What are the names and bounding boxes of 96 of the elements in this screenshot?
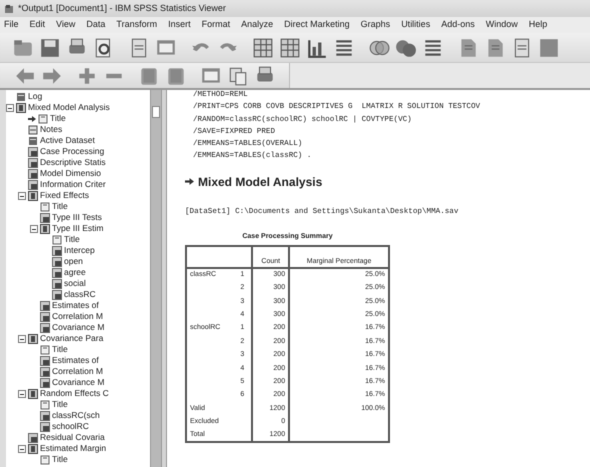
table-icon xyxy=(28,432,38,442)
page-icon xyxy=(40,202,50,212)
section-heading: Mixed Model Analysis xyxy=(198,174,322,191)
outline-item[interactable]: Title xyxy=(52,399,68,410)
outline-item[interactable]: Notes xyxy=(40,124,62,135)
table-icon xyxy=(40,378,50,388)
outline-item[interactable]: Residual Covaria xyxy=(40,432,105,443)
notes-icon xyxy=(28,124,38,134)
page-icon xyxy=(40,454,50,464)
outline-item[interactable]: Title xyxy=(52,344,68,355)
menu-item[interactable]: View xyxy=(56,18,76,32)
scrollbar-thumb[interactable] xyxy=(152,106,160,118)
collapse-toggle[interactable] xyxy=(30,224,38,232)
outline-item[interactable]: Log xyxy=(28,91,42,102)
outline-item[interactable]: Correlation M xyxy=(52,366,104,377)
menu-item[interactable]: Help xyxy=(528,18,548,32)
page-icon xyxy=(40,400,50,410)
outline-item[interactable]: Title xyxy=(64,234,80,245)
outline-item[interactable]: Title xyxy=(50,113,66,124)
table-icon xyxy=(40,212,50,222)
table-icon xyxy=(40,312,50,322)
outline-item[interactable]: Random Effects C xyxy=(40,388,109,399)
outline-item[interactable]: Case Processing xyxy=(40,146,104,157)
outline-item[interactable]: Covariance Para xyxy=(40,333,104,344)
menu-item[interactable]: Graphs xyxy=(360,18,390,32)
table-icon xyxy=(52,246,62,256)
table-icon xyxy=(28,158,38,168)
table-icon xyxy=(52,278,62,288)
table-icon xyxy=(28,180,38,190)
save-icon[interactable] xyxy=(39,36,61,58)
outline-item[interactable]: Estimates of xyxy=(52,355,99,366)
outline-item[interactable]: Active Dataset xyxy=(40,135,95,146)
outline-item[interactable]: Intercep xyxy=(64,245,95,256)
menu-item[interactable]: Direct Marketing xyxy=(284,18,350,32)
table-icon xyxy=(52,268,62,278)
outline-item[interactable]: Mixed Model Analysis xyxy=(28,102,110,113)
menu-item[interactable]: Data xyxy=(86,18,106,32)
menu-item[interactable]: Transform xyxy=(116,18,158,32)
menu-item[interactable]: File xyxy=(4,18,19,32)
log-icon xyxy=(16,92,26,102)
outline-item[interactable]: social xyxy=(64,278,86,289)
outline-item[interactable]: schoolRC xyxy=(52,421,89,432)
book-icon xyxy=(28,444,38,454)
table-icon xyxy=(28,146,38,156)
outline-item[interactable]: Information Criter xyxy=(40,179,106,190)
menu-item[interactable]: Format xyxy=(202,18,230,32)
table-icon xyxy=(52,256,62,266)
menu-item[interactable]: Insert xyxy=(168,18,191,32)
book-icon xyxy=(28,190,38,200)
menu-item[interactable]: Analyze xyxy=(241,18,274,32)
table-icon xyxy=(52,290,62,300)
collapse-toggle[interactable] xyxy=(18,334,26,342)
outline-item[interactable]: Covariance M xyxy=(52,322,104,333)
outline-item[interactable]: Type III Tests xyxy=(52,212,102,223)
outline-item[interactable]: Title xyxy=(52,201,68,212)
menu-item[interactable]: Window xyxy=(486,18,518,32)
app-icon xyxy=(4,4,14,14)
table-icon xyxy=(40,300,50,310)
book-icon xyxy=(16,102,26,112)
outline-item[interactable]: Title xyxy=(52,454,68,465)
outline-item[interactable]: Model Dimensio xyxy=(40,168,101,179)
book-icon xyxy=(40,224,50,234)
outline-item[interactable]: Fixed Effects xyxy=(40,190,89,201)
table-icon xyxy=(28,168,38,178)
book-icon xyxy=(28,334,38,344)
table-icon[interactable] xyxy=(279,36,301,58)
outline-item[interactable]: Type III Estim xyxy=(52,223,104,234)
menu-item[interactable]: Utilities xyxy=(401,18,430,32)
page-icon xyxy=(38,114,48,124)
outline-item[interactable]: Correlation M xyxy=(52,311,104,322)
grid-icon[interactable] xyxy=(252,36,274,58)
table-icon xyxy=(40,322,50,332)
collapse-toggle[interactable] xyxy=(18,390,26,398)
table-icon xyxy=(40,410,50,420)
outline-item[interactable]: classRC(sch xyxy=(52,410,100,421)
table-icon xyxy=(40,422,50,432)
window-title: *Output1 [Document1] - IBM SPSS Statistics Viewer xyxy=(18,2,226,15)
collapse-toggle[interactable] xyxy=(18,444,26,452)
square-icon[interactable] xyxy=(538,36,560,58)
book-icon xyxy=(28,388,38,398)
outline-item[interactable]: open xyxy=(64,256,83,267)
outline-item[interactable]: classRC xyxy=(64,289,96,300)
outline-item[interactable]: Estimated Margin xyxy=(40,443,106,454)
log-icon xyxy=(28,136,38,146)
outline-item[interactable]: Estimates of xyxy=(52,300,99,311)
outline-item[interactable]: Descriptive Statis xyxy=(40,157,106,168)
table-icon xyxy=(40,366,50,376)
menu-item[interactable]: Edit xyxy=(30,18,46,32)
outline-item[interactable]: agree xyxy=(64,267,86,278)
collapse-toggle[interactable] xyxy=(6,104,14,112)
page-icon xyxy=(52,234,62,244)
page-icon xyxy=(40,344,50,354)
table-icon xyxy=(40,356,50,366)
collapse-toggle[interactable] xyxy=(18,192,26,200)
outline-item[interactable]: Covariance M xyxy=(52,377,104,388)
menu-item[interactable]: Add-ons xyxy=(441,18,475,32)
